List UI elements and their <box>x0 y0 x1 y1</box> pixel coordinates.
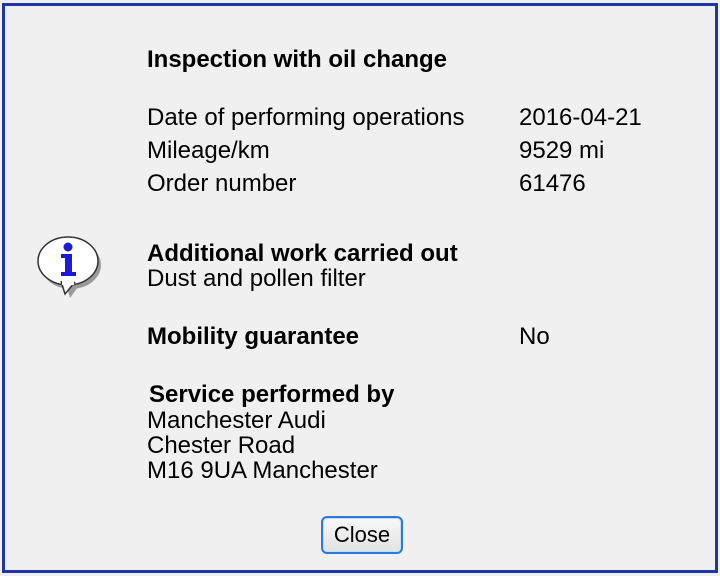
info-icon <box>37 236 101 298</box>
detail-label: Mileage/km <box>147 137 270 164</box>
dialog-title: Inspection with oil change <box>147 46 448 73</box>
detail-row-order: Order number 61476 <box>147 170 707 202</box>
detail-label: Date of performing operations <box>147 104 465 131</box>
detail-value: 9529 mi <box>519 137 605 164</box>
detail-row-date: Date of performing operations 2016-04-21 <box>147 104 707 136</box>
detail-label: Order number <box>147 170 297 197</box>
detail-row-mileage: Mileage/km 9529 mi <box>147 137 707 169</box>
mobility-guarantee-heading: Mobility guarantee <box>147 323 360 350</box>
service-line: Manchester Audi <box>147 407 326 434</box>
close-button[interactable]: Close <box>321 516 403 554</box>
mobility-guarantee-value: No <box>519 323 550 350</box>
detail-value: 61476 <box>519 170 586 197</box>
service-line: M16 9UA Manchester <box>147 457 378 484</box>
additional-work-heading: Additional work carried out <box>147 240 458 267</box>
service-line: Chester Road <box>147 432 296 459</box>
service-record-dialog: Inspection with oil change Date of perfo… <box>2 3 718 573</box>
service-performed-heading: Service performed by <box>149 381 395 408</box>
additional-work-text: Dust and pollen filter <box>147 265 366 292</box>
detail-value: 2016-04-21 <box>519 104 642 131</box>
